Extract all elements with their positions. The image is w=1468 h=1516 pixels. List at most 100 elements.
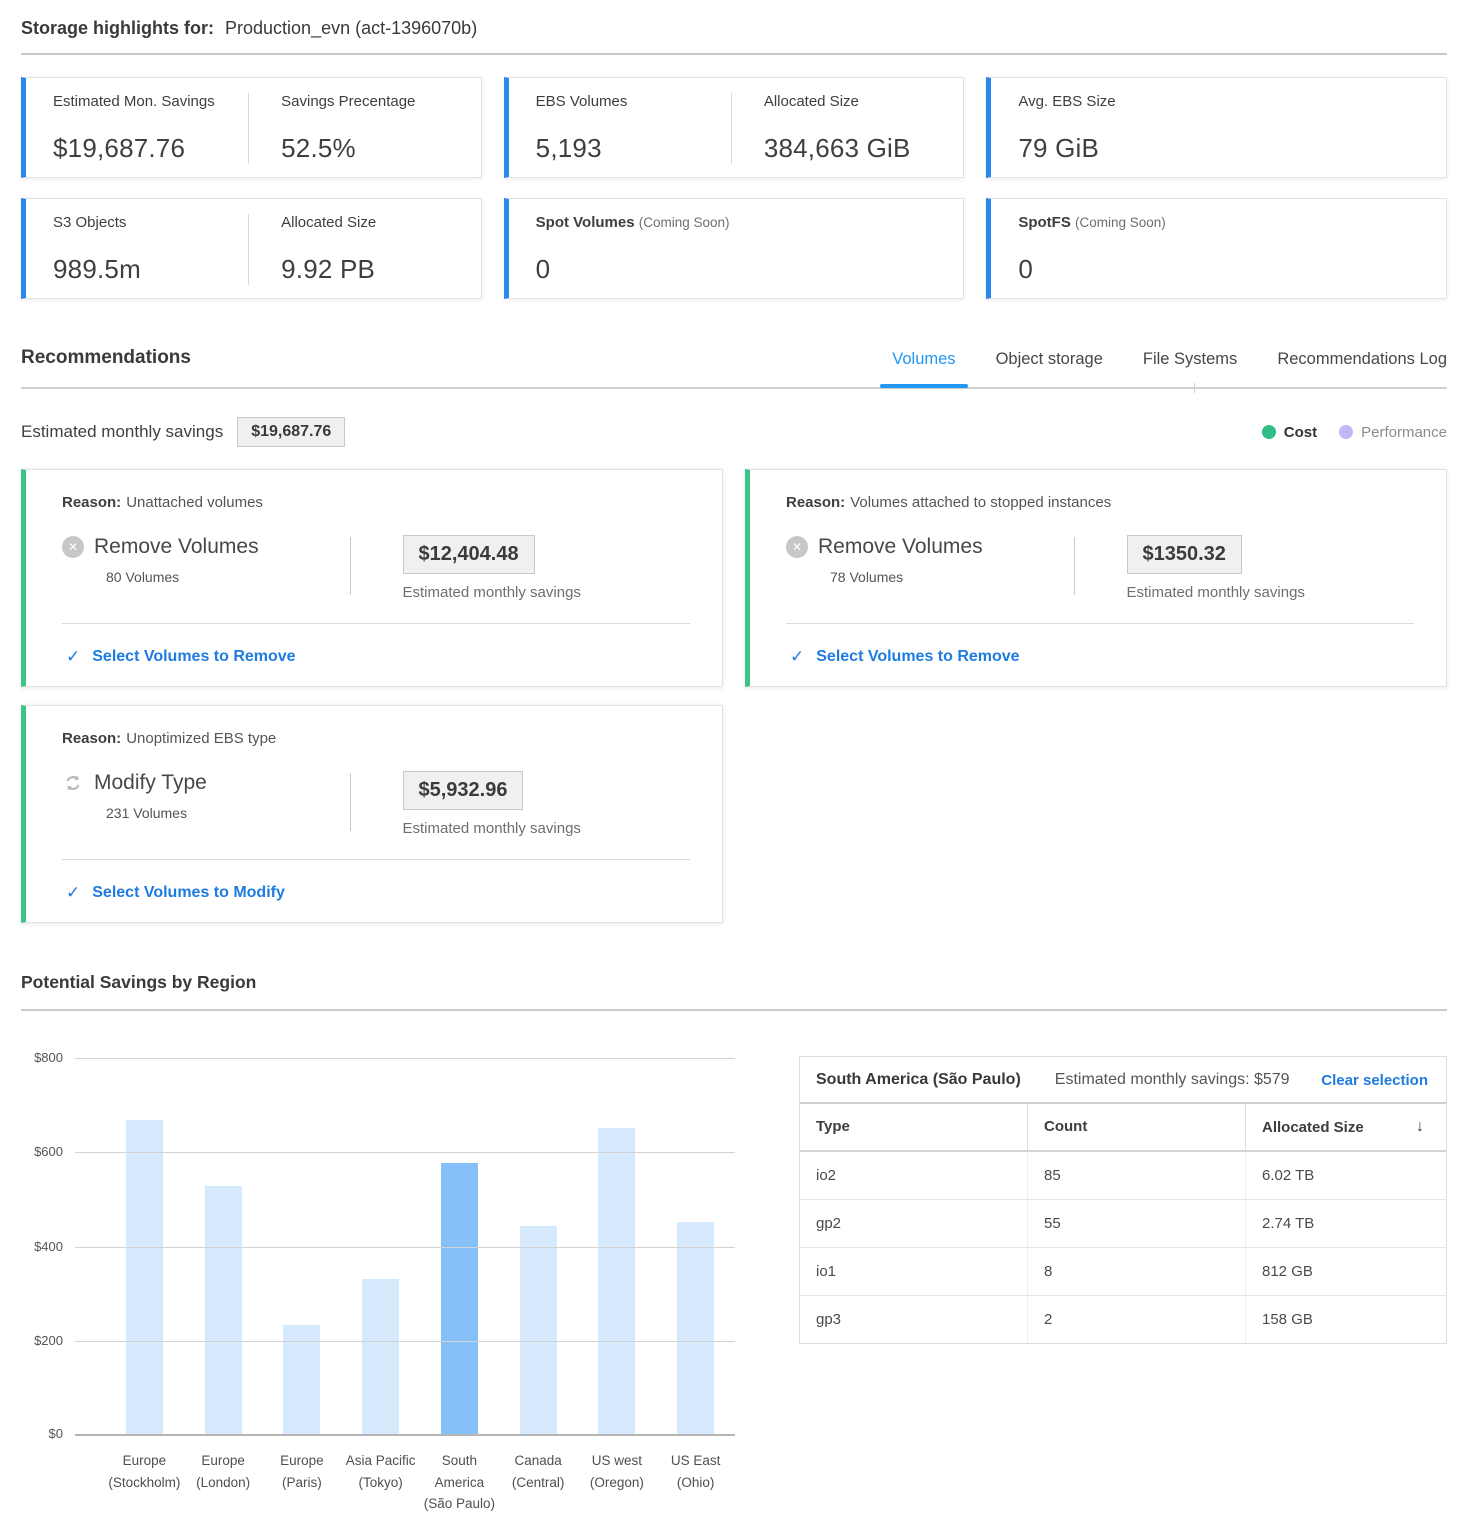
stat-value: 0 xyxy=(1018,254,1426,285)
select-volumes-to-remove-link[interactable]: ✓ Select Volumes to Remove xyxy=(790,647,1414,667)
tabs-divider xyxy=(21,387,1447,389)
legend: Cost Performance xyxy=(1262,424,1447,441)
ytick-label: $200 xyxy=(34,1333,63,1348)
stat-label: Allocated Size xyxy=(281,214,461,231)
savings-caption: Estimated monthly savings xyxy=(403,584,691,601)
card-rule xyxy=(786,623,1414,624)
region-detail-table: South America (São Paulo) Estimated mont… xyxy=(799,1056,1447,1344)
ytick-label: $800 xyxy=(34,1050,63,1065)
action-title: Modify Type xyxy=(94,771,207,795)
xlabels-row: Europe(Stockholm)Europe(London)Europe(Pa… xyxy=(105,1450,735,1515)
stat-value: 384,663 GiB xyxy=(764,133,944,164)
stat-label: Allocated Size xyxy=(764,93,944,110)
bar-south-america-s-o-paulo-[interactable] xyxy=(441,1163,478,1436)
gridline-200: $200 xyxy=(75,1341,735,1342)
summary-label: Estimated monthly savings xyxy=(21,422,223,442)
action-title: Remove Volumes xyxy=(94,535,259,559)
gridline-600: $600 xyxy=(75,1152,735,1153)
table-row[interactable]: io2 85 6.02 TB xyxy=(800,1152,1446,1200)
stat-card-s3-objects: S3 Objects 989.5m Allocated Size 9.92 PB xyxy=(21,198,482,299)
title-divider xyxy=(21,53,1447,55)
rec-card-unoptimized-ebs: Reason:Unoptimized EBS type Mo xyxy=(21,705,723,923)
stat-value: 79 GiB xyxy=(1018,133,1426,164)
bar-canada-central-[interactable] xyxy=(520,1226,557,1436)
table-row[interactable]: gp3 2 158 GB xyxy=(800,1296,1446,1343)
stat-card-monthly-savings: Estimated Mon. Savings $19,687.76 Saving… xyxy=(21,77,482,178)
check-icon: ✓ xyxy=(66,647,80,667)
ytick-label: $600 xyxy=(34,1144,63,1159)
page-title: Storage highlights for: Production_evn (… xyxy=(21,18,1447,39)
card-rule xyxy=(62,859,690,860)
check-icon: ✓ xyxy=(790,647,804,667)
table-row[interactable]: io1 8 812 GB xyxy=(800,1248,1446,1296)
tab-file-systems[interactable]: File Systems xyxy=(1143,350,1237,387)
stat-card-avg-ebs-size: Avg. EBS Size 79 GiB xyxy=(986,77,1447,178)
savings-summary-row: Estimated monthly savings $19,687.76 Cos… xyxy=(21,417,1447,447)
bar-asia-pacific-tokyo-[interactable] xyxy=(362,1279,399,1436)
stat-label: Estimated Mon. Savings xyxy=(53,93,248,110)
stat-card-spot-volumes: Spot Volumes (Coming Soon) 0 xyxy=(504,198,965,299)
bar-us-west-oregon-[interactable] xyxy=(598,1128,635,1436)
stat-value: $19,687.76 xyxy=(53,133,248,164)
coming-soon-label: (Coming Soon) xyxy=(1075,215,1166,230)
bar-europe-paris-[interactable] xyxy=(283,1325,320,1436)
select-volumes-to-remove-link[interactable]: ✓ Select Volumes to Remove xyxy=(66,647,690,667)
volume-count: 80 Volumes xyxy=(106,569,350,585)
volume-count: 231 Volumes xyxy=(106,805,350,821)
tab-volumes[interactable]: Volumes xyxy=(892,350,955,387)
bar-us-east-ohio-[interactable] xyxy=(677,1222,714,1436)
xlabel-1: Europe(London) xyxy=(184,1450,263,1515)
reason-line: Reason:Unoptimized EBS type xyxy=(62,730,690,747)
column-header-count[interactable]: Count xyxy=(1027,1104,1245,1150)
chart-plot: $0$200$400$600$800 xyxy=(75,1029,735,1436)
rec-card-stopped-instances: Reason:Volumes attached to stopped insta… xyxy=(745,469,1447,687)
card-rule xyxy=(62,623,690,624)
select-volumes-to-modify-link[interactable]: ✓ Select Volumes to Modify xyxy=(66,883,690,903)
volume-count: 78 Volumes xyxy=(830,569,1074,585)
stat-label: Spot Volumes (Coming Soon) xyxy=(536,214,944,231)
action-title: Remove Volumes xyxy=(818,535,983,559)
bars-row xyxy=(105,1059,735,1436)
legend-label: Performance xyxy=(1361,424,1447,441)
column-header-type[interactable]: Type xyxy=(800,1104,1027,1150)
page-title-label: Storage highlights for: xyxy=(21,18,214,38)
chart-heading: Potential Savings by Region xyxy=(21,972,1447,993)
stat-card-ebs-volumes: EBS Volumes 5,193 Allocated Size 384,663… xyxy=(504,77,965,178)
gridline-800: $800 xyxy=(75,1058,735,1059)
reason-line: Reason:Unattached volumes xyxy=(62,494,690,511)
xlabel-2: Europe(Paris) xyxy=(263,1450,342,1515)
stat-label: EBS Volumes xyxy=(536,93,731,110)
column-header-allocated-size[interactable]: Allocated Size ↓ xyxy=(1245,1104,1446,1150)
bar-europe-london-[interactable] xyxy=(205,1186,242,1436)
stat-label: Avg. EBS Size xyxy=(1018,93,1426,110)
stat-label: SpotFS (Coming Soon) xyxy=(1018,214,1426,231)
stat-value: 0 xyxy=(536,254,944,285)
stat-value: 52.5% xyxy=(281,133,461,164)
remove-circle-icon: ✕ xyxy=(786,536,808,558)
rec-card-unattached-volumes: Reason:Unattached volumes ✕ Remove Volum… xyxy=(21,469,723,687)
legend-item-cost: Cost xyxy=(1262,424,1317,441)
table-header-row: Type Count Allocated Size ↓ xyxy=(800,1104,1446,1152)
clear-selection-link[interactable]: Clear selection xyxy=(1321,1072,1428,1089)
stat-value: 989.5m xyxy=(53,254,248,285)
stat-label: Savings Precentage xyxy=(281,93,461,110)
gridline-0: $0 xyxy=(75,1434,735,1436)
stat-card-spotfs: SpotFS (Coming Soon) 0 xyxy=(986,198,1447,299)
recommendations-header: Recommendations Volumes Object storage F… xyxy=(21,347,1447,387)
summary-value-badge: $19,687.76 xyxy=(237,417,345,447)
recommendations-heading: Recommendations xyxy=(21,347,191,387)
table-row[interactable]: gp2 55 2.74 TB xyxy=(800,1200,1446,1248)
savings-amount-badge: $5,932.96 xyxy=(403,771,524,810)
coming-soon-label: (Coming Soon) xyxy=(639,215,730,230)
savings-by-region-chart: $0 $200 $400 $600 $800 Europe(Stockholm)Euro… xyxy=(21,1011,761,1515)
tab-object-storage[interactable]: Object storage xyxy=(996,350,1103,387)
recommendations-tabs: Volumes Object storage File Systems Reco… xyxy=(892,350,1447,387)
ytick-label: $400 xyxy=(34,1239,63,1254)
sort-descending-icon[interactable]: ↓ xyxy=(1416,1118,1424,1136)
legend-item-performance: Performance xyxy=(1339,424,1447,441)
ytick-label: $0 xyxy=(49,1426,63,1441)
bar-europe-stockholm-[interactable] xyxy=(126,1120,163,1436)
legend-label: Cost xyxy=(1284,424,1317,441)
reason-line: Reason:Volumes attached to stopped insta… xyxy=(786,494,1414,511)
tab-recommendations-log[interactable]: Recommendations Log xyxy=(1277,350,1447,387)
